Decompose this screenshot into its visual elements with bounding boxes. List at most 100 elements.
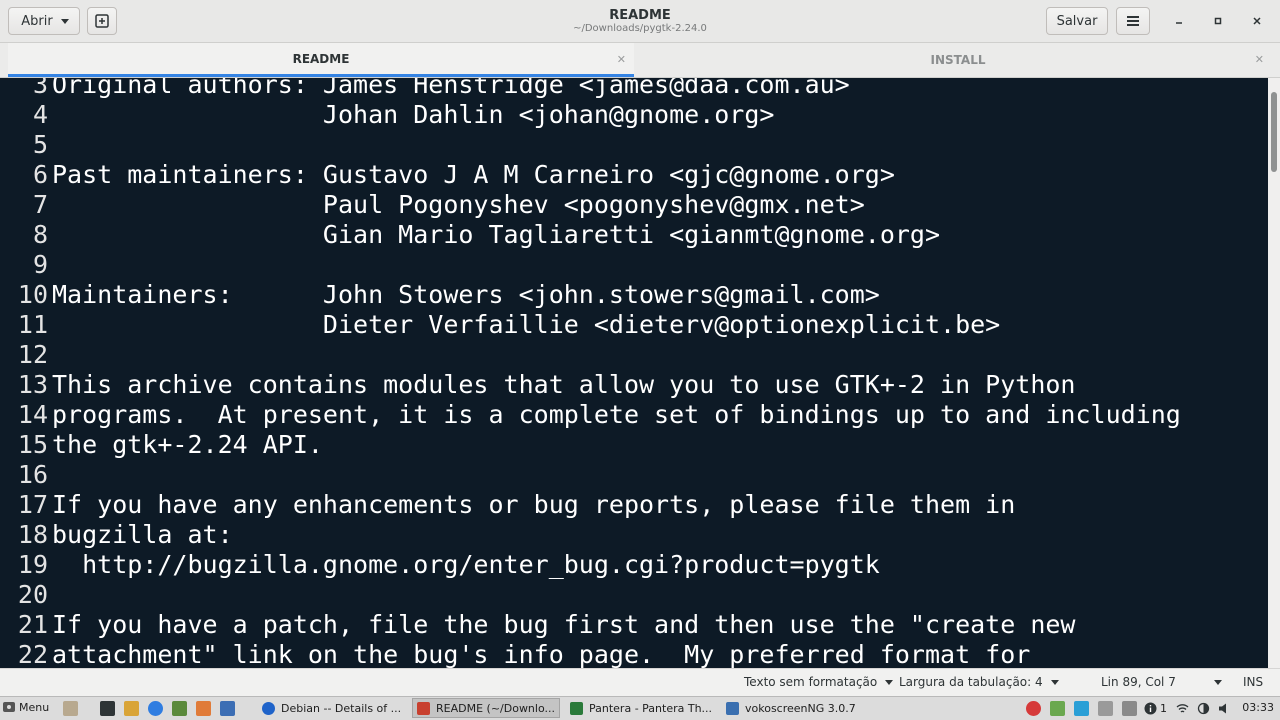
status-bar: Texto sem formatação Largura da tabulaçã… [0,668,1280,696]
editor-line[interactable]: 20 [0,580,1181,610]
notifications-count: 1 [1160,701,1167,715]
editor-line[interactable]: 9 [0,250,1181,280]
maximize-button[interactable] [1207,10,1229,32]
screen-recorder-icon [726,701,739,715]
bluetooth-icon[interactable] [1074,701,1089,716]
editor-line[interactable]: 18 bugzilla at: [0,520,1181,550]
tab-bar: README ✕ INSTALL ✕ [0,43,1280,78]
line-text: This archive contains modules that allow… [52,370,1076,399]
line-number: 15 [17,430,48,459]
update-icon[interactable] [1050,701,1065,716]
line-text: programs. At present, it is a complete s… [52,400,1181,429]
scrollbar-thumb[interactable] [1271,92,1277,172]
editor-line[interactable]: 8 Gian Mario Tagliaretti <gianmt@gnome.o… [0,220,1181,250]
clipboard-icon[interactable] [1098,701,1113,716]
task-debian[interactable]: Debian -- Details of ... [258,698,406,718]
network-icon[interactable] [1175,701,1190,716]
removable-drive-icon[interactable] [1122,701,1137,716]
text-editor[interactable]: 3 Original authors: James Henstridge <jam… [0,78,1268,668]
line-number: 8 [32,220,48,249]
line-number: 17 [17,490,48,519]
task-vokoscreen[interactable]: vokoscreenNG 3.0.7 [722,698,870,718]
line-number: 6 [32,160,48,189]
line-text: If you have a patch, file the bug first … [52,610,1076,639]
browser-icon [262,701,275,715]
editor-line[interactable]: 22 attachment" link on the bug's info pag… [0,640,1181,668]
close-tab-icon[interactable]: ✕ [1255,53,1264,66]
editor-line[interactable]: 16 [0,460,1181,490]
editor-line[interactable]: 11 Dieter Verfaillie <dieterv@optionexpl… [0,310,1181,340]
main-menu-button[interactable] [1116,7,1150,35]
line-text: Gian Mario Tagliaretti <gianmt@gnome.org… [52,220,941,249]
new-document-button[interactable] [87,7,117,35]
cursor-position-dropdown[interactable]: Lin 89, Col 7 [1101,675,1222,689]
line-number: 4 [32,100,48,129]
vertical-scrollbar[interactable] [1268,78,1280,668]
syntax-format-dropdown[interactable]: Texto sem formatação [744,675,894,689]
close-tab-icon[interactable]: ✕ [617,53,626,66]
editor-line[interactable]: 3 Original authors: James Henstridge <jam… [0,78,1181,100]
editor-line[interactable]: 14 programs. At present, it is a complete… [0,400,1181,430]
editor-line[interactable]: 12 [0,340,1181,370]
editor-line[interactable]: 10 Maintainers: John Stowers <john.stower… [0,280,1181,310]
dropdown-arrow-icon [1213,679,1222,685]
editor-line[interactable]: 19 http://bugzilla.gnome.org/enter_bug.c… [0,550,1181,580]
line-text: Maintainers: John Stowers <john.stowers@… [52,280,880,309]
open-button-label: Abrir [21,13,53,29]
line-number: 22 [17,640,48,668]
editor-lines: 3 Original authors: James Henstridge <jam… [0,78,1181,668]
volume-icon[interactable] [1217,701,1232,716]
brightness-icon[interactable] [1196,701,1211,716]
line-text: http://bugzilla.gnome.org/enter_bug.cgi?… [52,550,880,579]
calculator-icon[interactable] [172,701,187,716]
maximize-icon [1214,17,1222,25]
line-text: Past maintainers: Gustavo J A M Carneiro… [52,160,895,189]
editor-line[interactable]: 5 [0,130,1181,160]
line-number: 9 [32,250,48,279]
line-number: 3 [32,78,48,99]
task-label: vokoscreenNG 3.0.7 [745,701,856,715]
save-button[interactable]: Salvar [1046,7,1108,35]
tab-install[interactable]: INSTALL ✕ [644,43,1272,77]
show-desktop-icon[interactable] [63,701,78,716]
editor-line[interactable]: 6 Past maintainers: Gustavo J A M Carneir… [0,160,1181,190]
syntax-format-label: Texto sem formatação [744,675,878,689]
close-window-button[interactable] [1246,10,1268,32]
line-number: 20 [17,580,48,609]
line-text: attachment" link on the bug's info page.… [52,640,1031,668]
editor-line[interactable]: 4 Johan Dahlin <johan@gnome.org> [0,100,1181,130]
editor-line[interactable]: 7 Paul Pogonyshev <pogonyshev@gmx.net> [0,190,1181,220]
task-readme[interactable]: README (~/Downlo... [412,698,560,718]
terminal-icon[interactable] [100,701,115,716]
record-icon[interactable] [1026,701,1041,716]
line-text: Original authors: James Henstridge <jame… [52,78,850,99]
insert-mode-indicator[interactable]: INS [1243,675,1263,689]
folder-icon[interactable] [124,701,139,716]
line-number: 12 [17,340,48,369]
editor-line[interactable]: 15 the gtk+-2.24 API. [0,430,1181,460]
tab-label: README [292,51,350,66]
save-button-label: Salvar [1056,13,1098,29]
cursor-position-label: Lin 89, Col 7 [1101,675,1176,689]
chevron-down-icon [61,19,69,24]
dropdown-arrow-icon [885,679,894,685]
browser-icon[interactable] [148,701,163,716]
line-text: Johan Dahlin <johan@gnome.org> [52,100,775,129]
tab-readme[interactable]: README ✕ [8,43,634,77]
line-text: the gtk+-2.24 API. [52,430,323,459]
minimize-button[interactable] [1168,10,1190,32]
tab-width-dropdown[interactable]: Largura da tabulação: 4 [899,675,1059,689]
clock[interactable]: 03:33 [1242,701,1274,714]
editor-line[interactable]: 17 If you have any enhancements or bug re… [0,490,1181,520]
editor-line[interactable]: 13 This archive contains modules that all… [0,370,1181,400]
text-editor-icon[interactable] [196,701,211,716]
start-menu-button[interactable]: Menu [2,700,49,714]
settings-icon[interactable] [220,701,235,716]
text-editor-icon [417,701,430,715]
window-subtitle: ~/Downloads/pygtk-2.24.0 [573,23,707,34]
task-pantera[interactable]: Pantera - Pantera Th... [566,698,716,718]
notifications-indicator[interactable]: 1 [1144,700,1167,716]
open-button[interactable]: Abrir [8,7,80,35]
editor-line[interactable]: 21 If you have a patch, file the bug firs… [0,610,1181,640]
line-number: 10 [17,280,48,309]
